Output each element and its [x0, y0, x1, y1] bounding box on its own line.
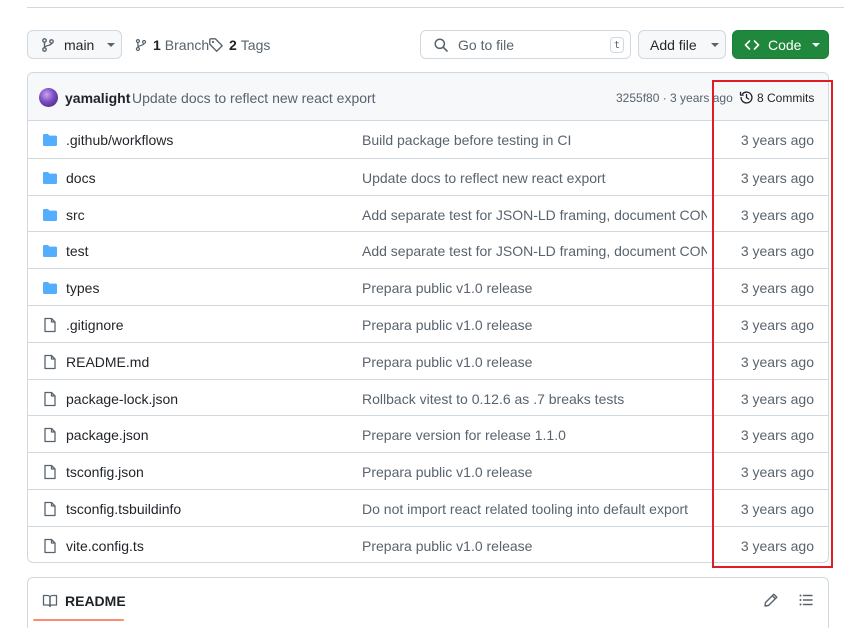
- file-row[interactable]: types Prepara public v1.0 release 3 years …: [28, 268, 828, 305]
- file-commit-message-link[interactable]: Prepara public v1.0 release: [362, 464, 532, 480]
- folder-icon: [43, 208, 57, 221]
- tags-label: Tags: [240, 36, 271, 53]
- latest-commit-bar: yamalight Update docs to reflect new rea…: [28, 73, 828, 121]
- file-name-link[interactable]: vite.config.ts: [66, 538, 144, 554]
- readme-tab-label: README: [65, 593, 126, 609]
- file-name-link[interactable]: tsconfig.json: [66, 464, 144, 480]
- file-commit-message-link[interactable]: Add separate test for JSON-LD framing, d…: [362, 243, 707, 259]
- git-branch-icon: [135, 38, 147, 51]
- search-icon: [434, 37, 448, 52]
- chevron-down-icon: [812, 42, 821, 47]
- commit-author-link[interactable]: yamalight: [65, 90, 130, 106]
- file-row[interactable]: README.md Prepara public v1.0 release 3 ye…: [28, 341, 828, 379]
- file-icon: [44, 391, 56, 406]
- file-commit-message-link[interactable]: Prepare version for release 1.1.0: [362, 427, 566, 443]
- file-row[interactable]: docs Update docs to reflect new react exp…: [28, 157, 828, 195]
- tags-link[interactable]: 2 Tags: [208, 30, 270, 59]
- go-to-file-placeholder: Go to file: [458, 36, 515, 53]
- file-name-link[interactable]: test: [66, 243, 89, 259]
- folder-icon: [43, 245, 57, 258]
- file-commit-message-link[interactable]: Prepara public v1.0 release: [362, 354, 532, 370]
- file-commit-message-link[interactable]: Prepara public v1.0 release: [362, 317, 532, 333]
- file-row[interactable]: tsconfig.tsbuildinfo Do not import react …: [28, 489, 828, 526]
- file-row[interactable]: test Add separate test for JSON-LD framin…: [28, 231, 828, 268]
- chevron-down-icon: [710, 42, 719, 47]
- file-commit-message-link[interactable]: Add separate test for JSON-LD framing, d…: [362, 207, 707, 223]
- list-unordered-icon[interactable]: [798, 592, 814, 608]
- branches-label: Branch: [164, 36, 210, 53]
- file-commit-message-link[interactable]: Update docs to reflect new react export: [362, 170, 606, 186]
- file-commit-message-link[interactable]: Rollback vitest to 0.12.6 as .7 breaks t…: [362, 391, 624, 407]
- active-tab-underline: [33, 619, 124, 621]
- file-commit-message-link[interactable]: Prepara public v1.0 release: [362, 280, 532, 296]
- avatar[interactable]: [39, 88, 58, 107]
- file-row[interactable]: package.json Prepare version for release …: [28, 415, 828, 452]
- git-branch-icon: [42, 37, 54, 52]
- tag-icon: [209, 37, 223, 52]
- file-icon: [44, 465, 56, 480]
- keyboard-shortcut-hint: t: [610, 37, 624, 53]
- highlight-box: [712, 80, 833, 568]
- code-label: Code: [768, 36, 802, 53]
- file-row[interactable]: package-lock.json Rollback vitest to 0.12…: [28, 378, 828, 416]
- readme-tab[interactable]: README: [42, 593, 126, 609]
- branch-selector-button[interactable]: main: [27, 30, 122, 59]
- add-file-label: Add file: [650, 36, 697, 53]
- file-row[interactable]: vite.config.ts Prepara public v1.0 releas…: [28, 525, 828, 562]
- file-name-link[interactable]: src: [66, 207, 85, 223]
- code-button[interactable]: Code: [732, 30, 829, 59]
- folder-icon: [43, 282, 57, 295]
- file-table: yamalight Update docs to reflect new rea…: [27, 72, 829, 563]
- file-row[interactable]: .github/workflows Build package before te…: [28, 121, 828, 158]
- file-row[interactable]: .gitignore Prepara public v1.0 release 3 y…: [28, 305, 828, 342]
- go-to-file-input[interactable]: Go to file t: [420, 30, 631, 59]
- file-name-link[interactable]: README.md: [66, 354, 149, 370]
- file-icon: [44, 501, 56, 517]
- file-row[interactable]: tsconfig.json Prepara public v1.0 release…: [28, 452, 828, 489]
- folder-icon: [43, 171, 57, 184]
- file-commit-message-link[interactable]: Prepara public v1.0 release: [362, 538, 532, 554]
- commit-message-link[interactable]: Update docs to reflect new react export: [132, 90, 376, 106]
- file-row[interactable]: src Add separate test for JSON-LD framing…: [28, 194, 828, 232]
- add-file-button[interactable]: Add file: [638, 30, 726, 59]
- readme-panel: README: [27, 577, 829, 628]
- file-icon: [44, 538, 56, 553]
- file-name-link[interactable]: package.json: [66, 427, 149, 443]
- folder-icon: [43, 134, 57, 146]
- file-icon: [44, 354, 56, 369]
- file-commit-message-link[interactable]: Build package before testing in CI: [362, 132, 571, 148]
- branches-link[interactable]: 1 Branch: [134, 30, 209, 59]
- file-name-link[interactable]: tsconfig.tsbuildinfo: [66, 501, 181, 517]
- file-icon: [44, 317, 56, 333]
- tags-count: 2: [229, 36, 237, 53]
- file-name-link[interactable]: .gitignore: [66, 317, 124, 333]
- file-commit-message-link[interactable]: Do not import react related tooling into…: [362, 501, 688, 517]
- file-name-link[interactable]: types: [66, 280, 99, 296]
- file-name-link[interactable]: .github/workflows: [66, 132, 173, 148]
- file-name-link[interactable]: docs: [66, 170, 96, 186]
- top-divider: [27, 7, 844, 8]
- chevron-down-icon: [107, 42, 116, 47]
- book-icon: [42, 594, 58, 608]
- file-name-link[interactable]: package-lock.json: [66, 391, 178, 407]
- pencil-icon[interactable]: [763, 592, 779, 608]
- branch-name: main: [64, 36, 95, 53]
- code-icon: [744, 39, 760, 50]
- file-icon: [44, 428, 56, 443]
- branches-count: 1: [153, 36, 161, 53]
